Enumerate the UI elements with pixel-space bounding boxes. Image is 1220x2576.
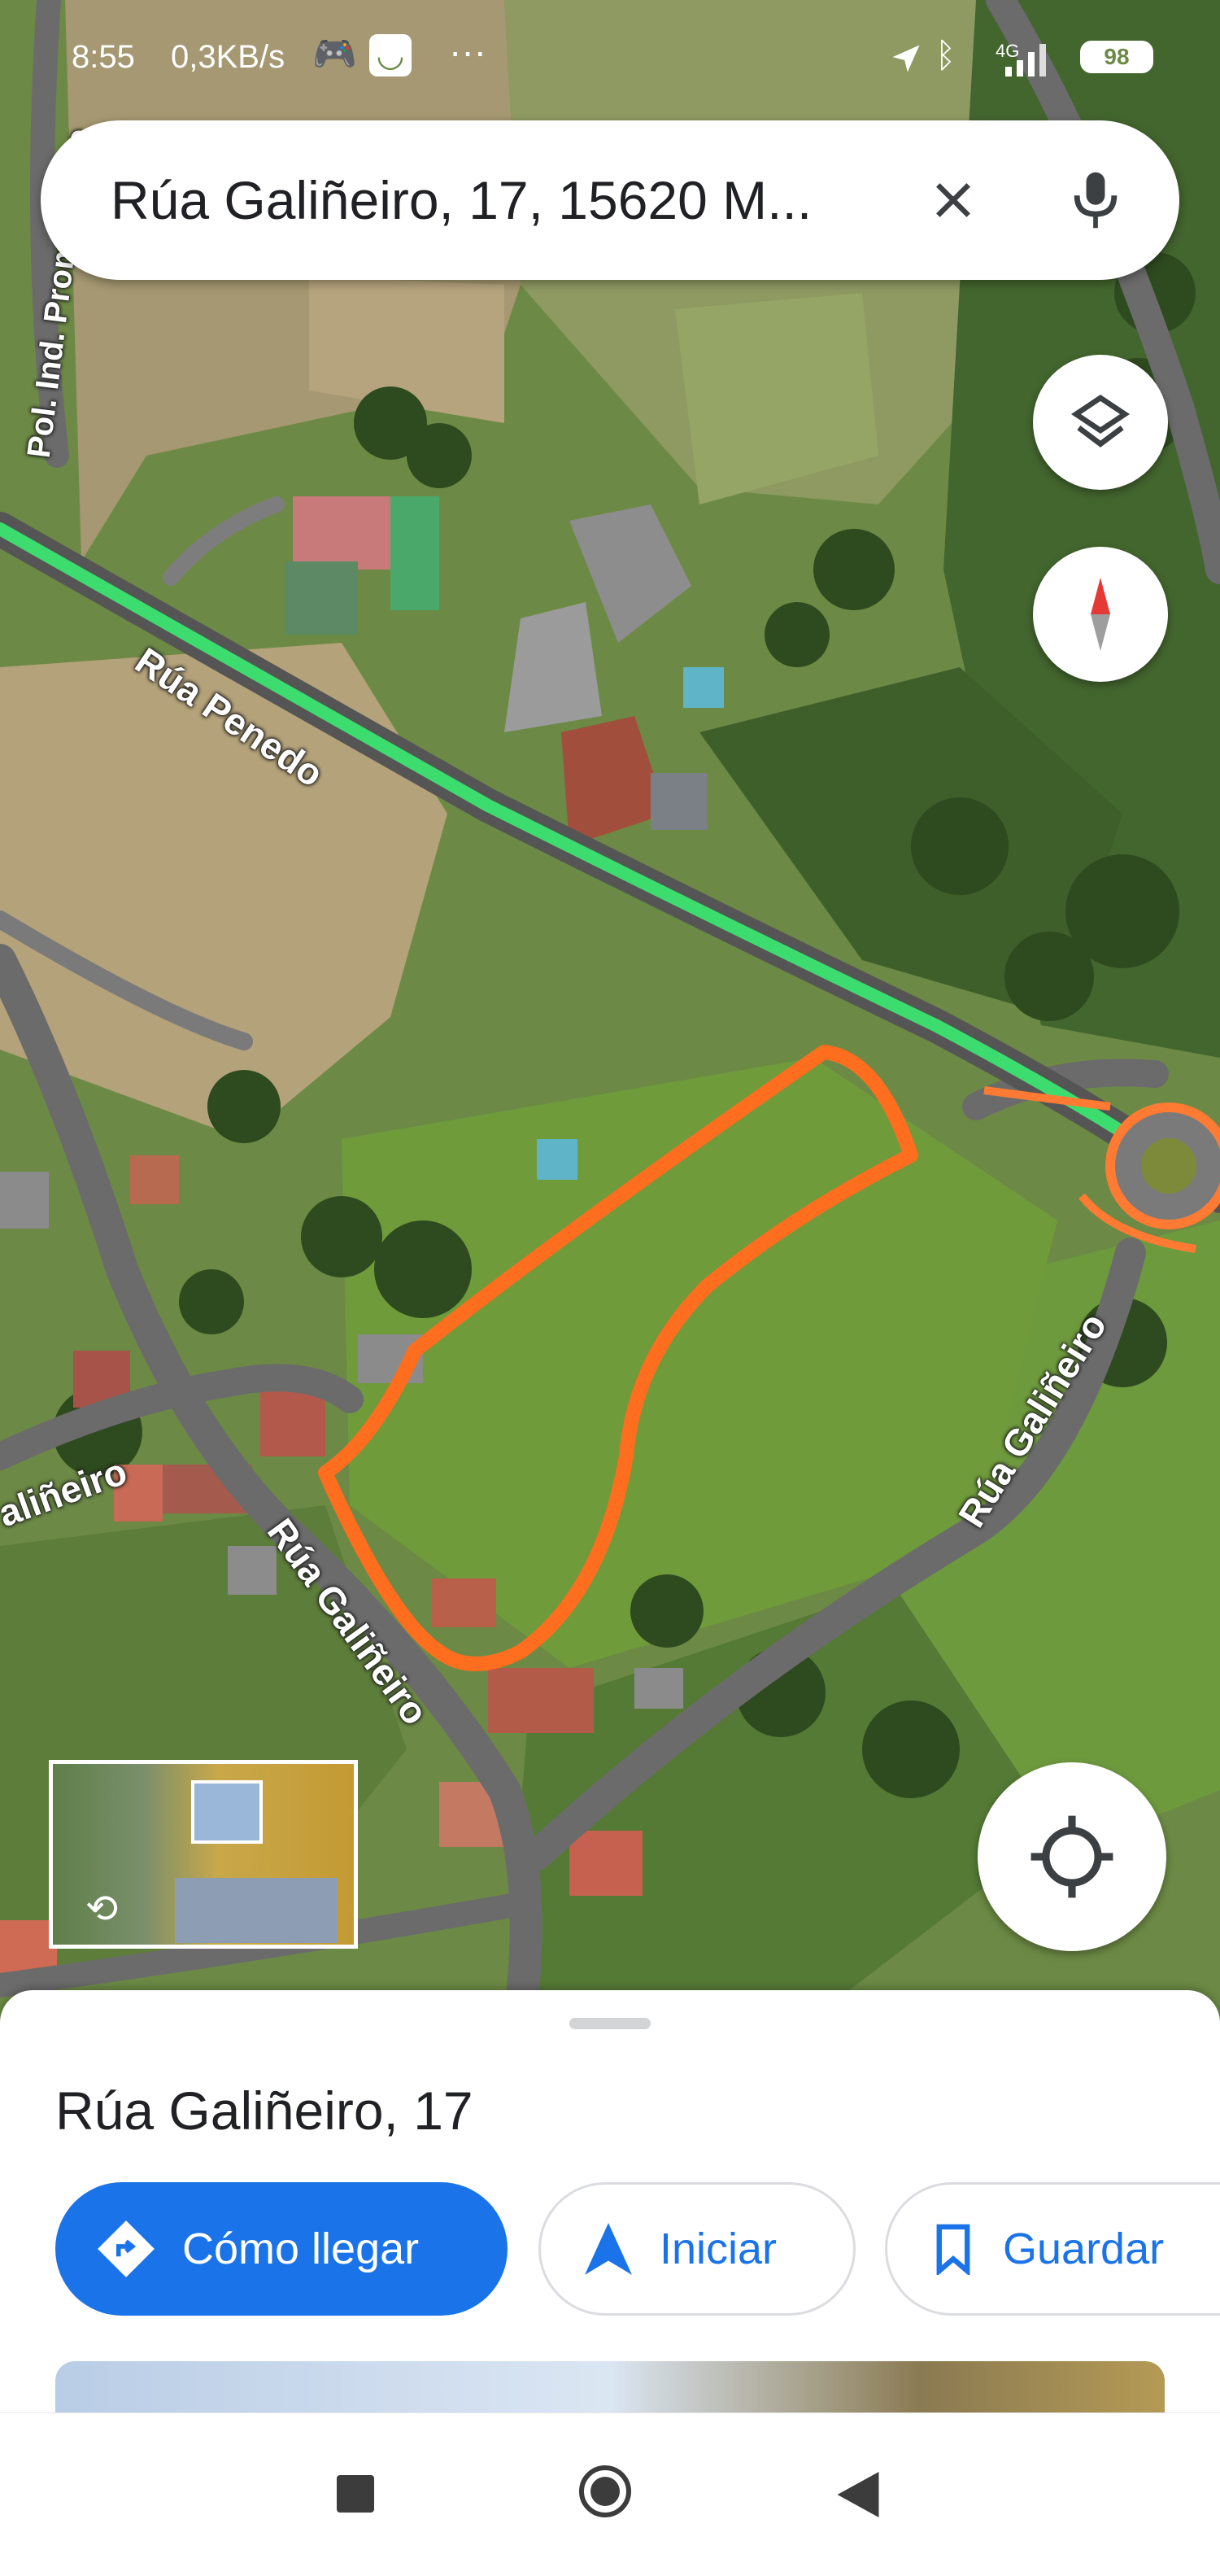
status-bar: 8:55 0,3KB/s 🎮 ◡ ··· ᛒ 4G 98 [0,0,1220,122]
location-arrow-icon [892,45,920,72]
home-circle-icon[interactable] [579,2465,631,2517]
my-location-button[interactable] [978,1762,1166,1951]
bluetooth-icon: ᛒ [935,36,956,74]
game-controller-icon: 🎮 [312,34,357,74]
start-label: Iniciar [660,2225,778,2273]
compass-icon [1091,578,1110,651]
directions-button[interactable]: Cómo llegar [55,2182,508,2316]
smile-app-icon: ◡ [369,34,412,76]
mic-icon[interactable] [1067,168,1124,233]
compass-button[interactable] [1033,547,1168,682]
signal-icon [1005,44,1046,76]
satellite-map[interactable] [0,0,1220,2018]
search-bar[interactable]: Rúa Galiñeiro, 17, 15620 M... [41,120,1179,280]
recents-square-icon[interactable] [337,2475,374,2513]
layers-button[interactable] [1033,355,1168,490]
map-view[interactable]: Pol. Ind. Promontoiro Rúa Penedo aliñeir… [0,0,1220,2018]
thumbnail-window [191,1780,263,1844]
sheet-drag-handle[interactable] [569,2018,651,2029]
place-title: Rúa Galiñeiro, 17 [55,2080,473,2141]
save-label: Guardar [1003,2225,1165,2273]
android-nav-bar [0,2412,1220,2576]
layers-icon [1070,394,1131,448]
save-button[interactable]: Guardar [885,2182,1220,2316]
place-photo-strip[interactable] [55,2361,1165,2412]
directions-label: Cómo llegar [182,2225,420,2273]
start-button[interactable]: Iniciar [538,2182,856,2316]
back-triangle-icon[interactable] [836,2472,880,2517]
search-query[interactable]: Rúa Galiñeiro, 17, 15620 M... [111,169,812,231]
status-speed: 0,3KB/s [171,39,285,75]
thumbnail-wall [175,1878,338,1943]
close-icon[interactable] [927,174,979,226]
place-sheet[interactable]: Rúa Galiñeiro, 17 Cómo llegar Iniciar Gu… [0,1990,1220,2412]
my-location-icon [1030,1815,1113,1898]
directions-icon [98,2220,155,2277]
navigation-arrow-icon [585,2223,632,2275]
street-view-360-icon: ⟲ [85,1888,119,1931]
battery-icon: 98 [1080,41,1153,73]
status-more: ··· [449,30,486,72]
street-view-thumbnail[interactable]: ⟲ [49,1760,358,1949]
status-time: 8:55 [72,39,135,75]
bookmark-icon [936,2224,970,2275]
